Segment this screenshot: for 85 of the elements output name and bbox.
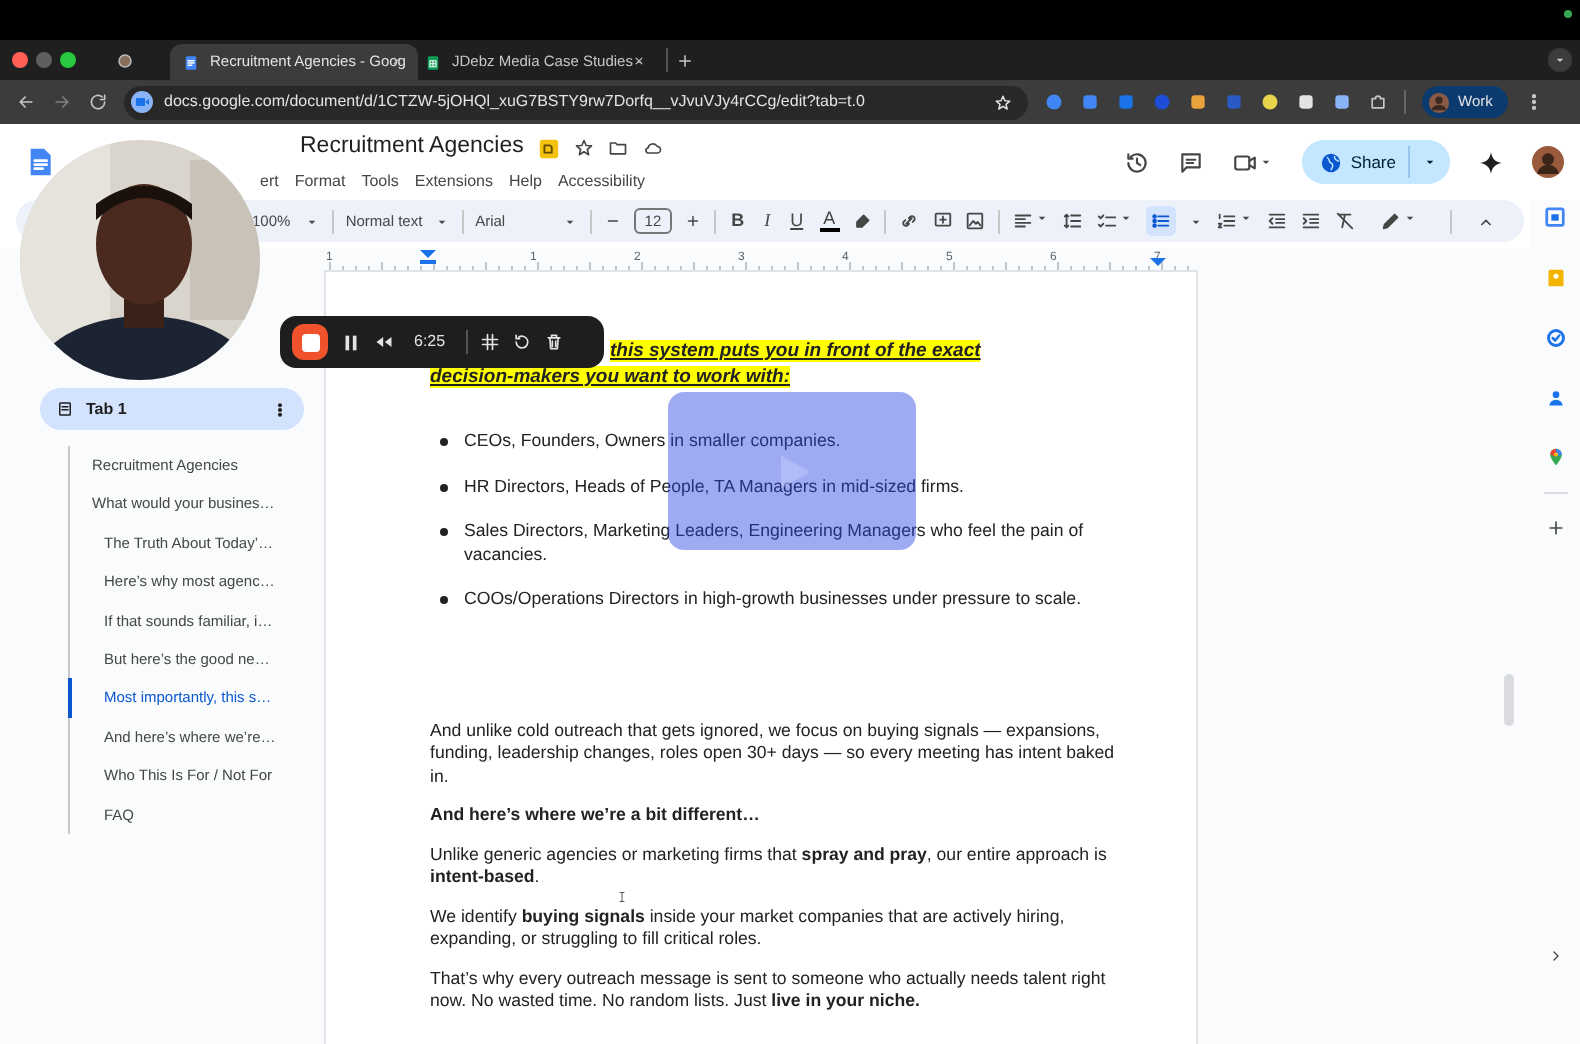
- menu-item[interactable]: Tools: [361, 169, 399, 194]
- reload-icon[interactable]: [88, 92, 108, 112]
- stop-button[interactable]: [292, 324, 328, 360]
- clear-formatting-icon[interactable]: [1334, 210, 1357, 232]
- video-call-icon[interactable]: [1232, 149, 1259, 175]
- maximize-window-icon[interactable]: [60, 52, 76, 68]
- address-bar[interactable]: docs.google.com/document/d/1CTZW-5jOHQl_xuG7BSTY9rw7Dorfq__vJvuVJy4rCCg/edit?tab=t.0: [124, 85, 1028, 119]
- text-cursor-icon: [616, 890, 628, 904]
- format-button[interactable]: I: [760, 207, 775, 235]
- grid-icon[interactable]: [479, 332, 500, 352]
- bulleted-list-icon: [1150, 210, 1173, 232]
- avatar-icon: [1428, 91, 1450, 113]
- bullet-icon: [440, 528, 448, 536]
- puzzle-icon[interactable]: [1368, 92, 1388, 112]
- bullet-icon: [440, 438, 448, 446]
- share-button[interactable]: Share: [1302, 140, 1450, 184]
- menu-item[interactable]: ert: [260, 169, 279, 194]
- map-pin-icon[interactable]: [1545, 446, 1566, 468]
- bullet-text: HR Directors, Heads of People, TA Managers in mid-sized firms.: [464, 475, 964, 498]
- globe-icon: [1320, 151, 1343, 173]
- bullet-icon: [440, 483, 448, 491]
- camera-indicator-icon: [1564, 10, 1572, 18]
- bookmark-star-icon[interactable]: [994, 93, 1012, 111]
- paragraph-text: Unlike generic agencies or marketing firms that spray and pray, our entire approach is intent-based.: [430, 843, 1109, 889]
- docs-icon: [182, 53, 200, 71]
- calendar-icon[interactable]: [1544, 206, 1567, 228]
- more-icon: [272, 401, 288, 417]
- bullet-text: COOs/Operations Directors in high-growth businesses under pressure to scale.: [464, 588, 1082, 611]
- minimize-window-icon[interactable]: [36, 52, 52, 68]
- forward-icon[interactable]: [52, 92, 72, 112]
- increase-indent-icon[interactable]: [1300, 210, 1323, 232]
- history-icon[interactable]: [1124, 149, 1151, 175]
- decrease-indent-icon[interactable]: [1266, 210, 1289, 232]
- sparkle-icon[interactable]: [1478, 149, 1504, 175]
- menu-item[interactable]: Accessibility: [557, 169, 646, 194]
- sheets-icon: [424, 53, 442, 71]
- folder-icon[interactable]: [607, 138, 628, 158]
- menu-item[interactable]: Help: [509, 169, 542, 194]
- bulleted-list-button[interactable]: [1146, 206, 1177, 236]
- star-icon[interactable]: [573, 138, 594, 158]
- increase-size-icon[interactable]: [683, 212, 702, 230]
- tab-search-button[interactable]: [1548, 48, 1572, 72]
- site-info-icon[interactable]: [130, 90, 154, 114]
- new-tab-icon[interactable]: [676, 52, 694, 70]
- cloud-icon[interactable]: [641, 138, 664, 158]
- document-title[interactable]: Recruitment Agencies: [300, 130, 524, 166]
- line-spacing-icon[interactable]: [1062, 210, 1085, 232]
- menu-item[interactable]: Format: [294, 169, 346, 194]
- menu-item[interactable]: Extensions: [414, 169, 494, 194]
- numbered-list-icon[interactable]: [1216, 210, 1239, 232]
- subheading-text: And here’s where we’re a bit different…: [430, 804, 762, 827]
- format-button[interactable]: U: [786, 207, 808, 235]
- checklist-icon[interactable]: [1096, 210, 1119, 232]
- pencil-icon[interactable]: [1380, 210, 1403, 232]
- document-icon: [56, 400, 74, 418]
- paragraph-text: That’s why every outreach message is sent to someone who actually needs talent right now. No wasted time. No random lists. Just live in your niche.: [430, 967, 1108, 1013]
- image-icon[interactable]: [964, 210, 987, 232]
- avatar-icon[interactable]: [1532, 146, 1564, 178]
- bullet-text: Sales Directors, Marketing Leaders, Engineering Managers who feel the pain of vacancies.: [464, 520, 1086, 566]
- align-icon[interactable]: [1012, 210, 1035, 232]
- scrollbar-thumb[interactable]: [1504, 674, 1514, 726]
- add-icon[interactable]: [1545, 518, 1566, 538]
- close-window-icon[interactable]: [12, 52, 28, 68]
- close-icon[interactable]: [390, 54, 404, 68]
- bullet-icon: [440, 596, 448, 604]
- trash-icon[interactable]: [543, 332, 564, 352]
- back-icon[interactable]: [16, 92, 36, 112]
- bullet-text: CEOs, Founders, Owners in smaller companies.: [464, 430, 841, 453]
- link-icon[interactable]: [897, 210, 919, 232]
- move-icon[interactable]: [537, 137, 560, 159]
- tasks-icon[interactable]: [1545, 328, 1566, 348]
- paragraph-text: We identify buying signals inside your market companies that are actively hiring, expanding, or struggling to fill critical roles.: [430, 905, 1067, 951]
- rewind-icon[interactable]: [374, 332, 394, 352]
- add-comment-icon[interactable]: [931, 210, 953, 232]
- contacts-icon[interactable]: [1545, 388, 1566, 408]
- pause-icon[interactable]: [340, 331, 362, 353]
- format-button[interactable]: B: [727, 207, 749, 235]
- paragraph-text: And unlike cold outreach that gets ignored, we focus on buying signals — expansions, funding, leadership changes, roles open 30+ days — so every meeting has intent baked in.: [430, 719, 1117, 788]
- recording-icon: [116, 51, 134, 69]
- format-button[interactable]: A: [819, 210, 840, 232]
- restart-icon[interactable]: [511, 332, 532, 352]
- close-icon[interactable]: [632, 54, 646, 68]
- comment-icon[interactable]: [1178, 149, 1205, 175]
- highlighter-icon[interactable]: [851, 211, 872, 231]
- document-tab[interactable]: Tab 1: [40, 388, 304, 430]
